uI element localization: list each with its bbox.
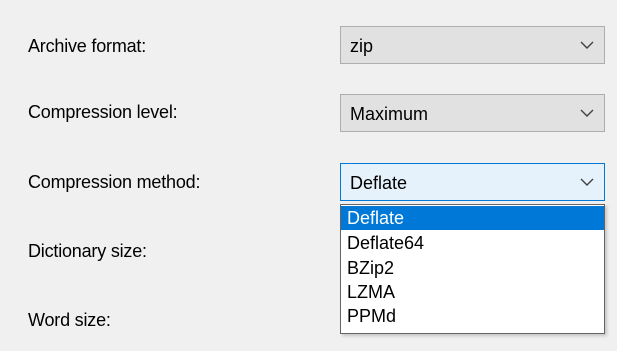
compression-level-combobox[interactable]: Maximum: [340, 94, 605, 132]
chevron-down-icon[interactable]: [580, 177, 594, 187]
archive-format-label: Archive format:: [28, 36, 147, 56]
compression-method-combobox[interactable]: Deflate: [340, 163, 605, 201]
compression-options-panel: Archive format: zip Compression level: M…: [0, 0, 617, 351]
archive-format-combobox[interactable]: zip: [340, 26, 605, 64]
chevron-down-icon[interactable]: [580, 108, 594, 118]
word-size-label: Word size:: [28, 310, 111, 330]
compression-method-label: Compression method:: [28, 172, 201, 192]
compression-method-dropdown-list[interactable]: Deflate Deflate64 BZip2 LZMA PPMd: [340, 204, 605, 334]
dropdown-option-ppmd[interactable]: PPMd: [341, 304, 604, 328]
compression-method-value: Deflate: [350, 173, 408, 193]
dropdown-option-lzma[interactable]: LZMA: [341, 280, 604, 304]
compression-level-label: Compression level:: [28, 102, 178, 122]
dropdown-option-deflate[interactable]: Deflate: [341, 206, 604, 230]
dictionary-size-label: Dictionary size:: [28, 241, 147, 261]
compression-level-value: Maximum: [350, 104, 429, 124]
archive-format-value: zip: [350, 36, 374, 56]
dropdown-option-deflate64[interactable]: Deflate64: [341, 231, 604, 255]
chevron-down-icon[interactable]: [580, 40, 594, 50]
dropdown-option-bzip2[interactable]: BZip2: [341, 256, 604, 280]
